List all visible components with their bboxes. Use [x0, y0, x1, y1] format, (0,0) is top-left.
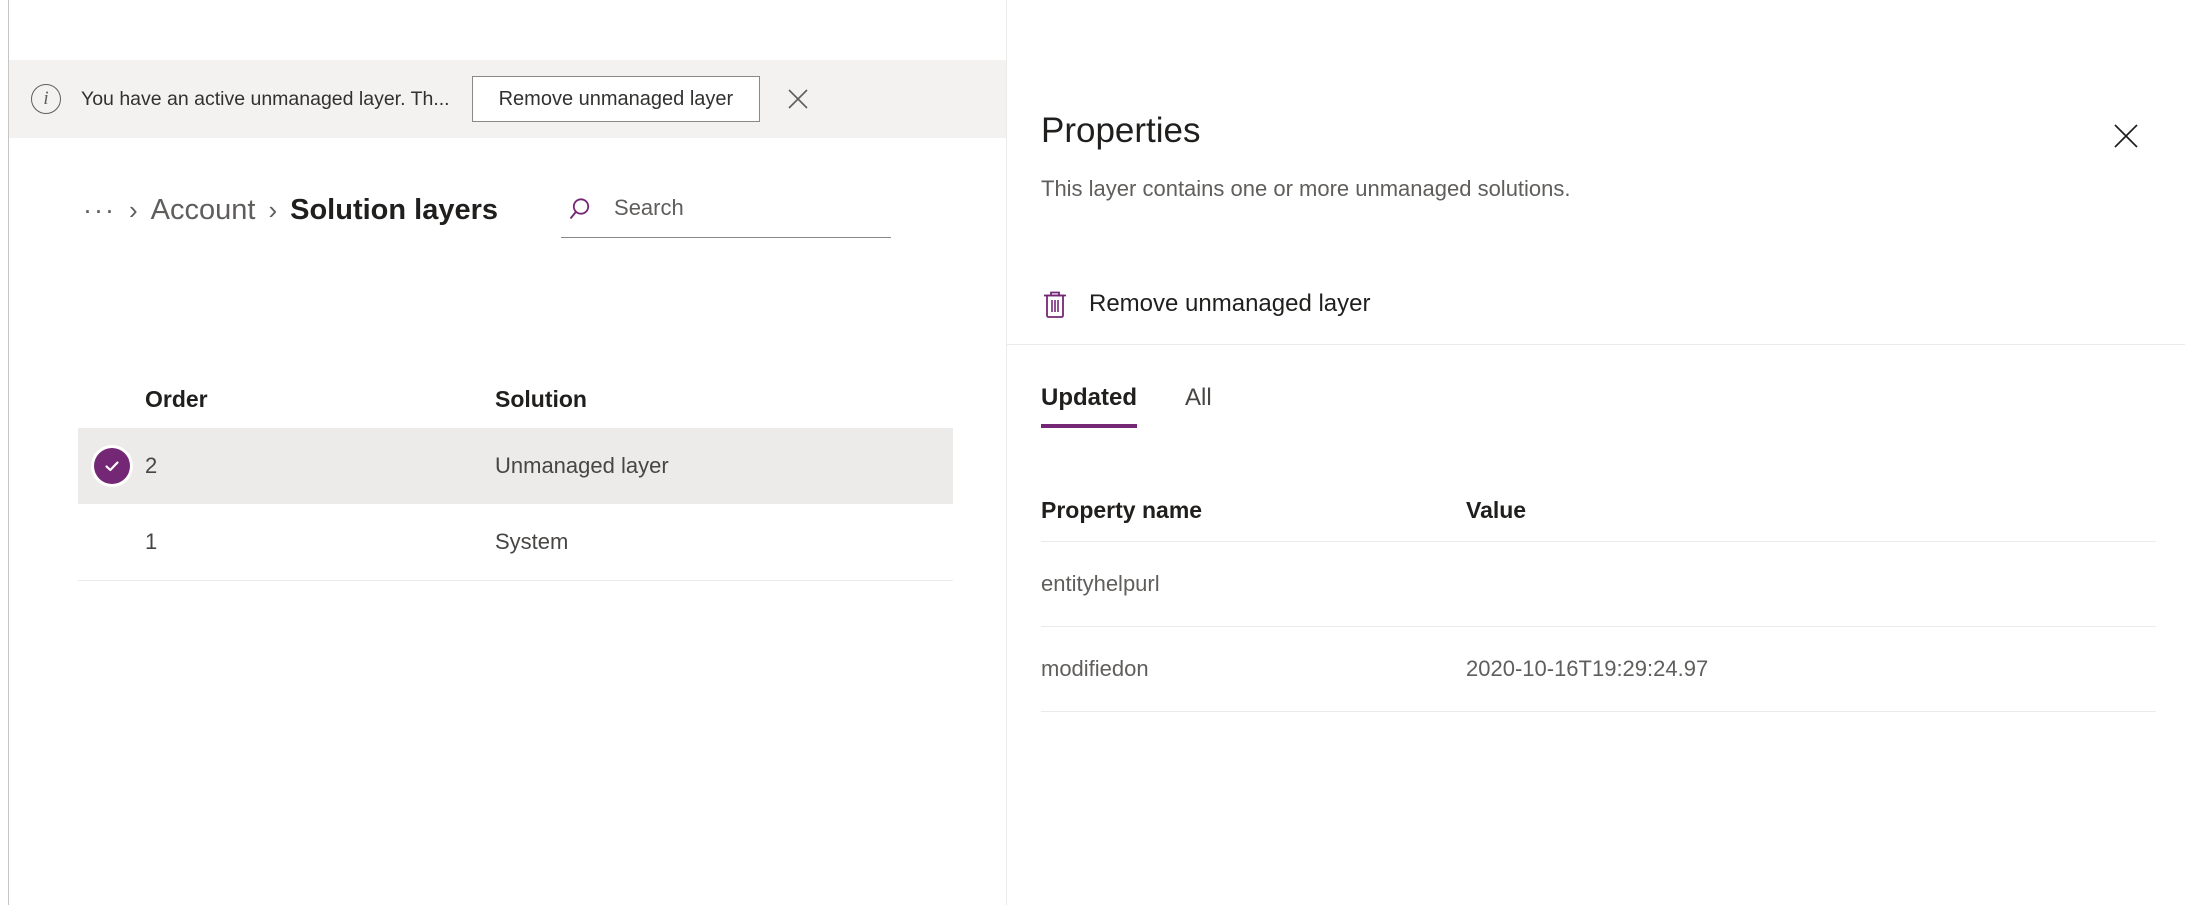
- check-circle-icon: [93, 448, 130, 484]
- panel-subtitle: This layer contains one or more unmanage…: [1041, 176, 1571, 201]
- trash-icon: [1041, 289, 1083, 319]
- search-box[interactable]: [561, 182, 903, 238]
- property-table-header-row: Property name Value: [1041, 480, 2156, 542]
- property-value-cell: 2020-10-16T19:29:24.97: [1466, 656, 1709, 681]
- property-name-cell: entityhelpurl: [1041, 571, 1160, 596]
- table-header-row: Order Solution: [78, 370, 953, 428]
- row-solution-value: Unmanaged layer: [495, 453, 669, 478]
- panel-command-label: Remove unmanaged layer: [1089, 290, 1371, 317]
- breadcrumb-separator-icon: ›: [128, 194, 138, 225]
- property-table-row: modifiedon 2020-10-16T19:29:24.97: [1041, 627, 2156, 712]
- message-bar-text: You have an active unmanaged layer. Th..…: [81, 87, 450, 110]
- panel-close-button[interactable]: [2103, 113, 2149, 159]
- property-name-cell: modifiedon: [1041, 656, 1149, 681]
- column-header-order: Order: [145, 385, 208, 412]
- property-table: Property name Value entityhelpurl modifi…: [1041, 480, 2156, 712]
- solution-layers-screen: i You have an active unmanaged layer. Th…: [0, 0, 2185, 905]
- search-input[interactable]: [605, 194, 903, 225]
- table-body: 2 Unmanaged layer 1 System: [78, 428, 953, 581]
- row-order-value: 1: [145, 529, 158, 554]
- breadcrumb: ··· › Account › Solution layers: [83, 182, 498, 238]
- close-icon: [788, 89, 808, 109]
- left-content-region: i You have an active unmanaged layer. Th…: [9, 0, 1006, 905]
- row-solution-value: System: [495, 529, 569, 554]
- message-bar: i You have an active unmanaged layer. Th…: [9, 60, 1006, 138]
- breadcrumb-separator-icon: ›: [268, 194, 278, 225]
- panel-remove-unmanaged-layer-button[interactable]: Remove unmanaged layer: [1041, 277, 1371, 331]
- message-bar-close-button[interactable]: [778, 79, 818, 119]
- column-header-property-name: Property name: [1041, 497, 1203, 523]
- info-circle-icon: i: [31, 84, 61, 114]
- breadcrumb-item-solution-layers: Solution layers: [290, 193, 499, 226]
- panel-command-divider: [1007, 344, 2185, 345]
- panel-tabs: Updated All: [1041, 370, 1260, 428]
- breadcrumb-row: ··· › Account › Solution layers: [9, 160, 1006, 260]
- solution-layers-table: Order Solution 2 Unmanaged layer 1 Syste…: [78, 370, 953, 581]
- tab-all[interactable]: All: [1185, 370, 1212, 428]
- row-select-cell[interactable]: [78, 448, 145, 484]
- search-icon: [561, 196, 605, 224]
- breadcrumb-item-account[interactable]: Account: [151, 194, 256, 227]
- breadcrumb-overflow-button[interactable]: ···: [83, 197, 116, 224]
- panel-title: Properties: [1041, 111, 1201, 150]
- table-row[interactable]: 1 System: [78, 504, 953, 580]
- table-row[interactable]: 2 Unmanaged layer: [78, 428, 953, 504]
- column-header-solution: Solution: [495, 385, 587, 412]
- row-order-value: 2: [145, 453, 158, 478]
- tab-updated[interactable]: Updated: [1041, 370, 1137, 428]
- close-icon: [2114, 124, 2138, 148]
- properties-panel: Properties This layer contains one or mo…: [1006, 0, 2185, 905]
- property-table-row: entityhelpurl: [1041, 542, 2156, 627]
- column-header-value: Value: [1466, 497, 1527, 523]
- remove-unmanaged-layer-button[interactable]: Remove unmanaged layer: [471, 76, 761, 122]
